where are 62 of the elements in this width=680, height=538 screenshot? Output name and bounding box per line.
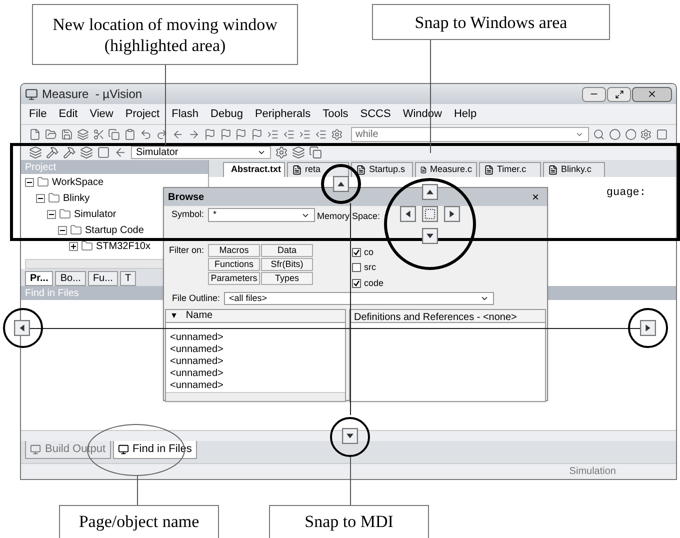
tree-item[interactable]: STM32F10x — [96, 238, 150, 254]
checkbox-label: co — [364, 246, 374, 258]
dialog-title: Browse — [168, 190, 204, 204]
field-label: Filter on: — [168, 244, 204, 257]
editor-tab[interactable]: Measure.c — [415, 162, 477, 177]
editor-tab[interactable]: Abstract.txt — [223, 162, 285, 177]
callout-label: Snap to MDI — [269, 505, 429, 538]
list-item[interactable]: <unnamed> — [170, 380, 341, 392]
column-title: Name — [186, 309, 213, 323]
field-label: File Outline: — [170, 292, 220, 305]
menu-item[interactable]: Tools — [322, 106, 348, 122]
list-item[interactable]: <unnamed> — [170, 356, 341, 368]
code-text: guage: — [606, 186, 646, 201]
menu-item[interactable]: Edit — [58, 106, 78, 122]
filter-toggle[interactable]: Macros — [208, 244, 260, 257]
filter-toggle[interactable]: Data — [261, 244, 313, 257]
callout-label: Page/object name — [59, 505, 219, 538]
editor-tab[interactable]: Startup.s — [351, 162, 413, 177]
tree-item[interactable]: Startup Code — [85, 222, 144, 238]
sort-marker: ▼ — [170, 310, 178, 322]
menu-item[interactable]: File — [29, 106, 47, 122]
window-title: Measure - µVision — [42, 86, 142, 103]
menu-item[interactable]: Project — [125, 106, 160, 122]
callout-label: New location of moving window (highlighted area) — [32, 4, 298, 65]
outline-combo[interactable]: <all files> — [224, 292, 494, 306]
panel-tab[interactable]: T — [120, 271, 136, 286]
checkbox-label: src — [364, 261, 376, 274]
filter-toggle[interactable]: Parameters — [208, 272, 260, 285]
editor-tab[interactable]: reta — [287, 162, 349, 177]
menu-item[interactable]: View — [90, 106, 114, 122]
menu-item[interactable]: Debug — [210, 106, 243, 122]
field-label: Symbol: — [170, 208, 204, 222]
column-header[interactable]: ▼ Name — [166, 310, 345, 322]
list-item[interactable]: <unnamed> — [170, 368, 341, 380]
menu-item[interactable]: Help — [454, 106, 477, 122]
tree-item[interactable]: WorkSpace — [52, 174, 104, 190]
editor-tab[interactable]: Timer.c — [479, 162, 541, 177]
checkbox-label: code — [364, 276, 384, 290]
menu-item[interactable]: SCCS — [360, 106, 391, 122]
list-item[interactable]: <unnamed> — [170, 332, 341, 344]
column-header[interactable]: Definitions and References - <none> — [350, 310, 545, 322]
symbol-combo[interactable]: * — [208, 208, 315, 222]
status-text: Simulation — [569, 465, 616, 479]
editor-tab[interactable]: Blinky.c — [543, 162, 605, 177]
target-combo[interactable]: Simulator — [131, 146, 271, 158]
close-button[interactable]: × — [528, 188, 543, 206]
panel-tab[interactable]: Fu... — [88, 271, 118, 286]
callout-label: Snap to Windows area — [372, 4, 610, 40]
panel-tab[interactable]: Pr... — [25, 271, 54, 286]
find-combo[interactable]: while — [350, 127, 589, 142]
filter-toggle[interactable]: Sfr(Bits) — [261, 258, 313, 271]
filter-toggle[interactable]: Functions — [208, 258, 260, 271]
panel-title: Project — [25, 160, 56, 174]
menu-item[interactable]: Flash — [172, 106, 199, 122]
field-label: Memory Space: — [317, 210, 380, 223]
menu-item[interactable]: Peripherals — [254, 106, 311, 122]
tree-item[interactable]: Simulator — [74, 206, 116, 222]
filter-toggle[interactable]: Types — [261, 272, 313, 285]
list-item[interactable]: <unnamed> — [170, 344, 341, 356]
tree-item[interactable]: Blinky — [63, 190, 90, 206]
panel-tab[interactable]: Bo... — [55, 271, 86, 286]
panel-title: Find in Files — [25, 286, 79, 300]
